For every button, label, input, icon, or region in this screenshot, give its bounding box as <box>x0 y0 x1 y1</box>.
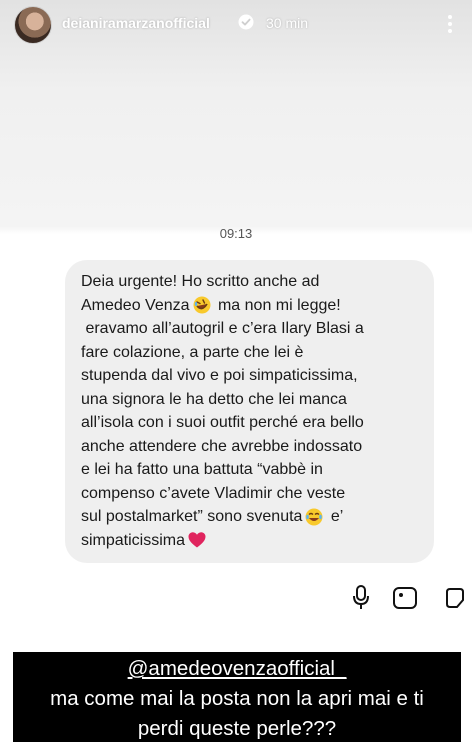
message-line: all’isola con i suoi outfit perché era b… <box>81 411 420 435</box>
message-line: fare colazione, a parte che lei è <box>81 341 420 365</box>
message-line: una signora le ha detto che lei manca <box>81 388 420 412</box>
mention-link[interactable]: @amedeovenzaofficial_ <box>13 654 461 684</box>
message-text: compenso c’avete Vladimir che veste <box>81 484 346 502</box>
message-text: e’ <box>326 508 344 525</box>
story-header: deianiramarzanofficial 30 min <box>0 0 472 48</box>
heart-emoji-icon <box>188 532 206 548</box>
message-text: all’isola con i suoi outfit perché era b… <box>81 414 364 431</box>
story-text-overlay: @amedeovenzaofficial_ ma come mai la pos… <box>13 652 461 742</box>
joy-emoji-icon <box>305 508 323 526</box>
message-line: eravamo all’autogril e c’era Ilary Blasi… <box>81 317 420 341</box>
avatar[interactable] <box>14 6 52 44</box>
sticker-icon[interactable] <box>444 586 466 610</box>
message-line: stupenda dal vivo e poi simpaticissima, <box>81 364 420 388</box>
message-line: sul postalmarket” sono svenuta e’ <box>81 505 420 529</box>
message-bubble[interactable]: Deia urgente! Ho scritto anche ad Amedeo… <box>65 260 434 563</box>
verified-badge-icon <box>238 14 254 30</box>
message-text: e lei ha fatto una battuta “vabbè in <box>81 461 323 478</box>
microphone-icon[interactable] <box>352 584 370 610</box>
overlay-text-line: perdi queste perle??? <box>137 717 337 740</box>
message-text: Deia urgente! Ho scritto anche ad <box>81 273 320 290</box>
time-ago: 30 min <box>266 15 309 31</box>
overlay-text-line: ma come mai la posta non la apri mai e t… <box>50 687 424 710</box>
message-line: Amedeo Venza ma non mi legge! <box>81 294 420 318</box>
message-composer[interactable] <box>0 578 472 622</box>
message-line: Deia urgente! Ho scritto anche ad <box>81 270 420 294</box>
rofl-emoji-icon <box>193 296 211 314</box>
message-timestamp: 09:13 <box>219 226 253 241</box>
message-line: anche attendere che avrebbe indossato <box>81 435 420 459</box>
username[interactable]: deianiramarzanofficial <box>62 15 210 31</box>
message-text: sul postalmarket” sono svenuta <box>81 508 303 525</box>
message-text: ma non mi legge! <box>213 296 341 314</box>
message-line: e lei ha fatto una battuta “vabbè in <box>81 458 420 482</box>
message-text: Amedeo Venza <box>81 296 190 314</box>
message-text: simpaticissima <box>81 531 186 549</box>
message-text: anche attendere che avrebbe indossato <box>81 437 363 455</box>
message-text: una signora le ha detto che lei manca <box>81 390 347 408</box>
story-frame: deianiramarzanofficial 30 min 09:13 Deia… <box>0 0 472 755</box>
message-line: simpaticissima <box>81 529 420 553</box>
gallery-icon[interactable] <box>392 586 418 610</box>
message-text: eravamo all’autogril e c’era Ilary Blasi… <box>81 320 364 337</box>
more-options-icon[interactable] <box>438 12 462 36</box>
message-text: fare colazione, a parte che lei è <box>81 343 304 361</box>
message-line: compenso c’avete Vladimir che veste <box>81 482 420 506</box>
message-text: stupenda dal vivo e poi simpaticissima, <box>81 367 358 384</box>
